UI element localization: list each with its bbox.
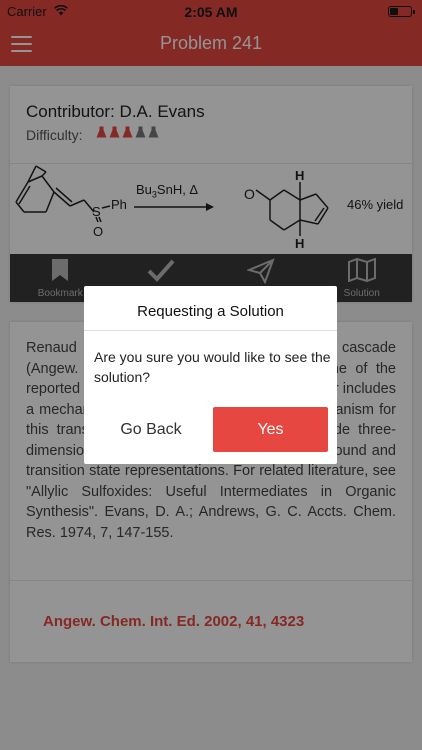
yes-button[interactable]: Yes <box>213 407 328 452</box>
solution-dialog: Requesting a Solution Are you sure you w… <box>84 286 337 464</box>
dialog-message: Are you sure you would like to see the s… <box>94 349 331 385</box>
go-back-button[interactable]: Go Back <box>96 407 206 452</box>
dialog-divider <box>84 330 337 331</box>
dialog-title: Requesting a Solution <box>137 303 284 320</box>
